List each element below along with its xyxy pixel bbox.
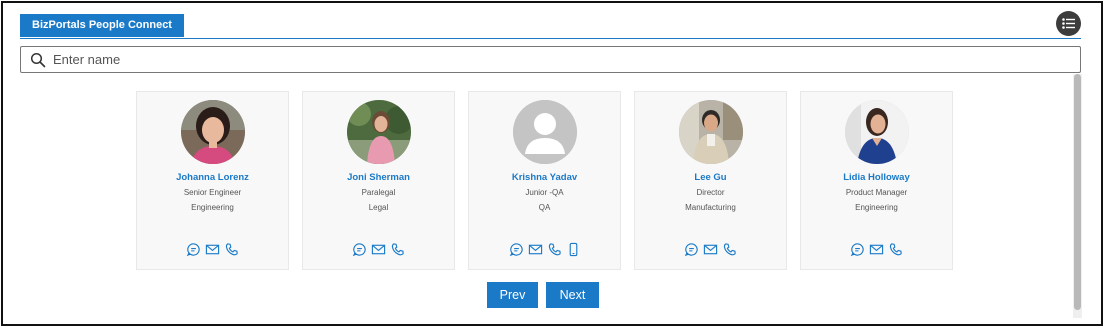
- contact-actions: [303, 242, 454, 258]
- person-department: Engineering: [191, 203, 234, 212]
- email-icon[interactable]: [703, 242, 718, 257]
- chat-icon[interactable]: [352, 242, 367, 257]
- person-department: Manufacturing: [685, 203, 736, 212]
- phone-icon[interactable]: [224, 242, 239, 257]
- person-card[interactable]: Joni Sherman Paralegal Legal: [302, 91, 455, 270]
- scrollbar[interactable]: [1073, 74, 1082, 318]
- avatar: [845, 100, 909, 164]
- person-title: Paralegal: [361, 188, 396, 197]
- tab-people-connect[interactable]: BizPortals People Connect: [20, 14, 184, 37]
- person-name[interactable]: Krishna Yadav: [469, 172, 620, 183]
- chat-icon[interactable]: [684, 242, 699, 257]
- phone-icon[interactable]: [390, 242, 405, 257]
- next-button[interactable]: Next: [546, 282, 599, 308]
- person-card[interactable]: Krishna Yadav Junior -QA QA: [468, 91, 621, 270]
- chat-icon[interactable]: [509, 242, 524, 257]
- prev-button[interactable]: Prev: [487, 282, 538, 308]
- contact-actions: [469, 242, 620, 258]
- person-department: Engineering: [855, 203, 898, 212]
- person-title: Senior Engineer: [183, 188, 242, 197]
- tab-bar: BizPortals People Connect: [20, 14, 1081, 39]
- person-name[interactable]: Lee Gu: [635, 172, 786, 183]
- person-card[interactable]: Johanna Lorenz Senior Engineer Engineeri…: [136, 91, 289, 270]
- person-title: Junior -QA: [525, 188, 564, 197]
- scrollbar-thumb[interactable]: [1074, 74, 1081, 310]
- avatar: [679, 100, 743, 164]
- list-icon: [1062, 18, 1075, 29]
- phone-icon[interactable]: [547, 242, 562, 257]
- person-name[interactable]: Johanna Lorenz: [137, 172, 288, 183]
- person-department: QA: [538, 203, 551, 212]
- list-menu-button[interactable]: [1056, 11, 1081, 36]
- search-icon: [30, 52, 46, 68]
- phone-icon[interactable]: [888, 242, 903, 257]
- chat-icon[interactable]: [186, 242, 201, 257]
- email-icon[interactable]: [869, 242, 884, 257]
- person-card[interactable]: Lidia Holloway Product Manager Engineeri…: [800, 91, 953, 270]
- contact-actions: [801, 242, 952, 258]
- contact-actions: [137, 242, 288, 258]
- person-name[interactable]: Lidia Holloway: [801, 172, 952, 183]
- mobile-icon[interactable]: [566, 242, 581, 257]
- email-icon[interactable]: [528, 242, 543, 257]
- contact-actions: [635, 242, 786, 258]
- phone-icon[interactable]: [722, 242, 737, 257]
- person-card[interactable]: Lee Gu Director Manufacturing: [634, 91, 787, 270]
- search-box: [20, 46, 1081, 73]
- chat-icon[interactable]: [850, 242, 865, 257]
- search-input[interactable]: [53, 50, 1053, 69]
- email-icon[interactable]: [371, 242, 386, 257]
- person-department: Legal: [368, 203, 389, 212]
- person-name[interactable]: Joni Sherman: [303, 172, 454, 183]
- avatar: [347, 100, 411, 164]
- email-icon[interactable]: [205, 242, 220, 257]
- person-title: Director: [696, 188, 725, 197]
- avatar: [181, 100, 245, 164]
- person-title: Product Manager: [845, 188, 908, 197]
- avatar-placeholder: [513, 100, 577, 164]
